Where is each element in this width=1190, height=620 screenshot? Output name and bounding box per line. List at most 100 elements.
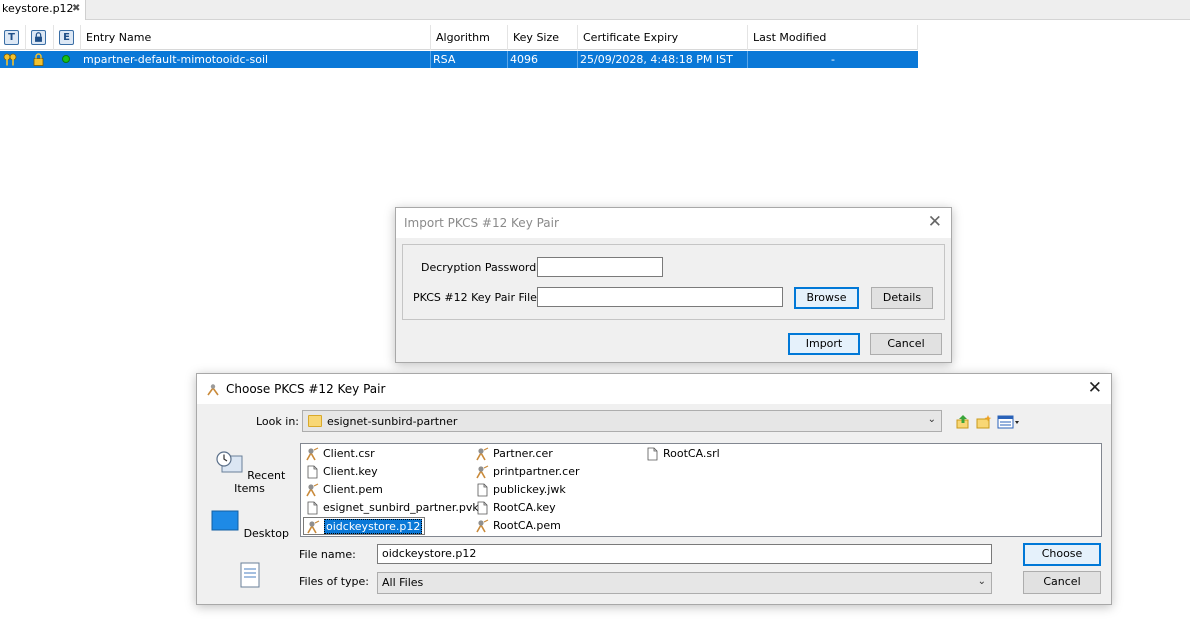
- browse-button[interactable]: Browse: [794, 287, 859, 309]
- certificate-file-icon: [306, 447, 319, 461]
- certificate-file-icon: [476, 465, 489, 479]
- cell-certificate-expiry: 25/09/2028, 4:48:18 PM IST: [578, 51, 748, 68]
- key-pair-file-field[interactable]: [537, 287, 783, 307]
- chooser-title-bar: Choose PKCS #12 Key Pair ✕: [197, 374, 1111, 404]
- look-in-combo[interactable]: esignet-sunbird-partner ⌄: [302, 410, 942, 432]
- expiry-column-icon: E: [59, 30, 74, 45]
- choose-key-pair-dialog: Choose PKCS #12 Key Pair ✕ Look in: esig…: [196, 373, 1112, 605]
- file-name: publickey.jwk: [493, 483, 566, 496]
- chooser-close-icon[interactable]: ✕: [1088, 378, 1102, 398]
- cell-key-size: 4096: [508, 51, 578, 68]
- cell-entry-name: mpartner-default-mimotooidc-soil: [81, 51, 431, 68]
- document-tab-bar: keystore.p12 ✖: [0, 0, 1190, 20]
- certificate-file-icon: [476, 519, 489, 533]
- file-name: Partner.cer: [493, 447, 553, 460]
- column-header-type[interactable]: T: [0, 25, 26, 50]
- column-header-lock[interactable]: [26, 25, 54, 50]
- cell-last-modified: -: [831, 53, 835, 66]
- file-name: oidckeystore.p12: [324, 519, 423, 534]
- place-documents[interactable]: [205, 562, 294, 594]
- choose-button[interactable]: Choose: [1023, 543, 1101, 566]
- certificate-file-icon: [306, 483, 319, 497]
- list-item[interactable]: oidckeystore.p12: [303, 517, 426, 535]
- certificate-file-icon: [307, 520, 320, 534]
- blank-file-icon: [307, 501, 318, 515]
- import-button[interactable]: Import: [788, 333, 860, 355]
- chevron-down-icon: ⌄: [977, 576, 986, 587]
- list-item[interactable]: esignet_sunbird_partner.pvk: [303, 499, 479, 517]
- files-of-type-combo[interactable]: All Files ⌄: [377, 572, 992, 594]
- decryption-password-label: Decryption Password:: [421, 261, 540, 274]
- details-button[interactable]: Details: [871, 287, 933, 309]
- view-menu-icon[interactable]: [997, 414, 1021, 430]
- list-item[interactable]: printpartner.cer: [473, 463, 580, 481]
- tab-keystore[interactable]: keystore.p12 ✖: [0, 0, 86, 20]
- import-pkcs12-dialog: Import PKCS #12 Key Pair ✕ Decryption Pa…: [395, 207, 952, 363]
- table-header: T E Entry Name Algorithm Key Size Certif…: [0, 25, 918, 50]
- chooser-title: Choose PKCS #12 Key Pair: [226, 382, 386, 396]
- tab-close-icon[interactable]: ✖: [72, 3, 80, 14]
- dialog-title: Import PKCS #12 Key Pair: [404, 216, 559, 230]
- list-item[interactable]: Client.pem: [303, 481, 383, 499]
- file-name-label: File name:: [299, 548, 356, 561]
- list-item[interactable]: RootCA.key: [473, 499, 556, 517]
- list-item[interactable]: publickey.jwk: [473, 481, 566, 499]
- file-list[interactable]: Client.csr Client.key Client.pem esignet_su…: [300, 443, 1102, 537]
- cancel-button[interactable]: Cancel: [870, 333, 942, 355]
- list-item[interactable]: RootCA.srl: [643, 445, 720, 463]
- files-of-type-value: All Files: [382, 576, 424, 589]
- table-row[interactable]: mpartner-default-mimotooidc-soil RSA 409…: [0, 51, 918, 68]
- file-name-input[interactable]: oidckeystore.p12: [377, 544, 992, 564]
- file-name: Client.key: [323, 465, 378, 478]
- blank-file-icon: [647, 447, 658, 461]
- file-name: Client.pem: [323, 483, 383, 496]
- key-pair-file-label: PKCS #12 Key Pair File:: [413, 291, 541, 304]
- certificate-file-icon: [476, 447, 489, 461]
- places-bar: Recent Items Desktop: [205, 442, 294, 596]
- file-name: esignet_sunbird_partner.pvk: [323, 501, 479, 514]
- list-item[interactable]: RootCA.pem: [473, 517, 561, 535]
- column-header-last-modified[interactable]: Last Modified: [748, 25, 918, 50]
- chevron-down-icon: ⌄: [927, 414, 936, 425]
- column-header-entry-name[interactable]: Entry Name: [81, 25, 431, 50]
- recent-items-icon: [216, 451, 243, 473]
- column-header-algorithm[interactable]: Algorithm: [431, 25, 508, 50]
- place-recent-items[interactable]: Recent Items: [205, 450, 294, 495]
- place-desktop[interactable]: Desktop: [205, 508, 294, 540]
- key-pair-icon: [3, 53, 17, 66]
- column-header-key-size[interactable]: Key Size: [508, 25, 578, 50]
- lock-column-icon: [31, 30, 46, 45]
- file-name: RootCA.key: [493, 501, 556, 514]
- blank-file-icon: [477, 501, 488, 515]
- column-header-expiry-status[interactable]: E: [54, 25, 81, 50]
- file-name: RootCA.pem: [493, 519, 561, 532]
- list-item[interactable]: Client.key: [303, 463, 378, 481]
- chooser-cancel-button[interactable]: Cancel: [1023, 571, 1101, 594]
- import-options-panel: Decryption Password: PKCS #12 Key Pair F…: [402, 244, 945, 320]
- look-in-value: esignet-sunbird-partner: [327, 415, 458, 428]
- list-item[interactable]: Client.csr: [303, 445, 375, 463]
- type-column-icon: T: [4, 30, 19, 45]
- file-name: Client.csr: [323, 447, 375, 460]
- folder-icon: [308, 415, 322, 427]
- dialog-title-bar: Import PKCS #12 Key Pair ✕: [396, 208, 951, 238]
- decryption-password-field[interactable]: [537, 257, 663, 277]
- column-header-certificate-expiry[interactable]: Certificate Expiry: [578, 25, 748, 50]
- unlocked-icon: [33, 53, 44, 66]
- files-of-type-label: Files of type:: [299, 575, 370, 588]
- file-name: printpartner.cer: [493, 465, 580, 478]
- place-label: Desktop: [243, 527, 289, 540]
- new-folder-icon[interactable]: [976, 414, 992, 430]
- look-in-label: Look in:: [256, 415, 299, 428]
- java-app-icon: [207, 384, 219, 396]
- list-item[interactable]: Partner.cer: [473, 445, 553, 463]
- blank-file-icon: [477, 483, 488, 497]
- desktop-icon: [211, 510, 239, 531]
- blank-file-icon: [307, 465, 318, 479]
- up-folder-icon[interactable]: [955, 414, 971, 430]
- valid-status-icon: [62, 55, 70, 63]
- cell-algorithm: RSA: [431, 51, 508, 68]
- documents-icon: [240, 562, 259, 588]
- tab-label: keystore.p12: [2, 2, 74, 15]
- close-icon[interactable]: ✕: [928, 212, 942, 232]
